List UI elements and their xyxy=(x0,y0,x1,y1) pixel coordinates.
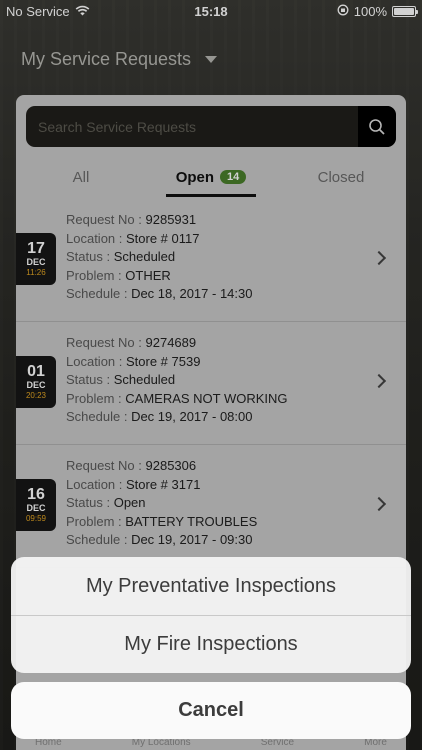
fire-inspections-button[interactable]: My Fire Inspections xyxy=(11,615,411,673)
cancel-button[interactable]: Cancel xyxy=(11,682,411,739)
action-sheet: My Preventative Inspections My Fire Insp… xyxy=(11,557,411,673)
preventative-inspections-button[interactable]: My Preventative Inspections xyxy=(11,557,411,615)
